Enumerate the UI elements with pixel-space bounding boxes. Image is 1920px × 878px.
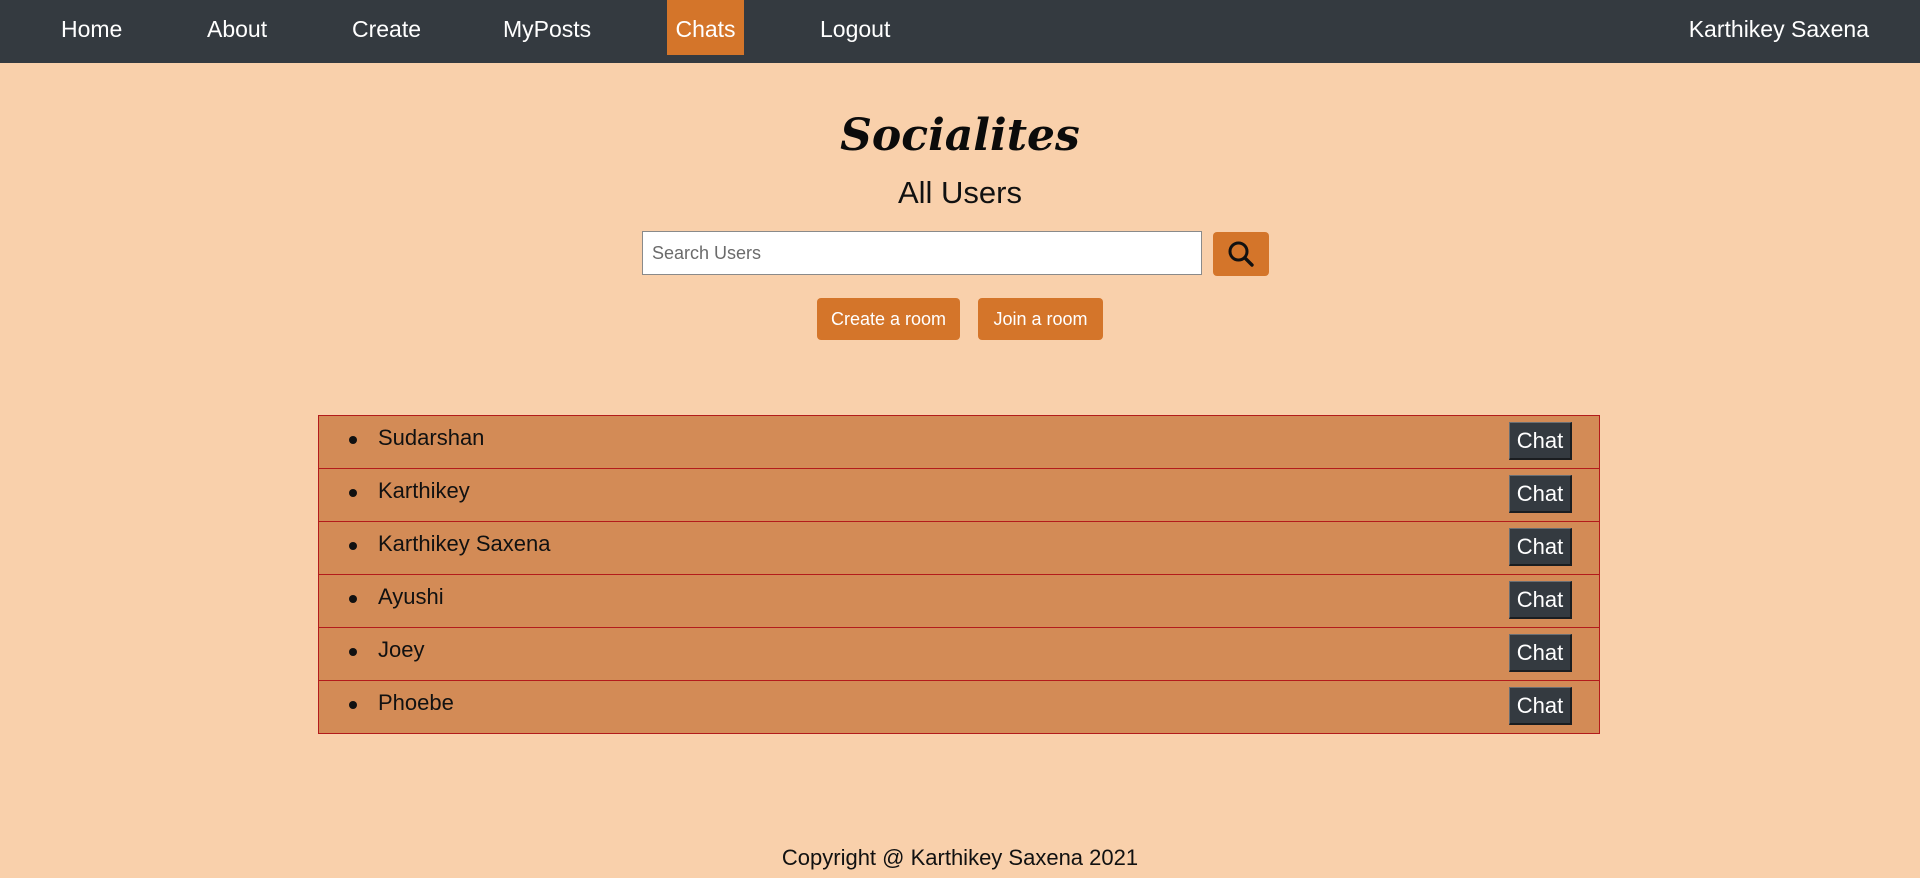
user-list: Sudarshan Chat Karthikey Chat Karthikey … (318, 415, 1600, 734)
brand-title: Socialites (840, 110, 1080, 161)
search-icon (1228, 241, 1254, 267)
nav-chats-link[interactable]: Chats (667, 0, 744, 55)
chat-button[interactable]: Chat (1509, 528, 1572, 566)
bullet-icon (349, 701, 357, 709)
bullet-icon (349, 542, 357, 550)
nav-current-user[interactable]: Karthikey Saxena (1689, 0, 1869, 55)
search-button[interactable] (1213, 232, 1269, 276)
user-list-item: Sudarshan Chat (318, 415, 1600, 469)
user-list-item: Karthikey Saxena Chat (318, 521, 1600, 575)
chat-button[interactable]: Chat (1509, 581, 1572, 619)
user-list-item: Phoebe Chat (318, 680, 1600, 734)
nav-create-link[interactable]: Create (352, 0, 421, 55)
user-name: Karthikey (378, 478, 470, 503)
chat-button[interactable]: Chat (1509, 687, 1572, 725)
user-name: Sudarshan (378, 425, 485, 450)
search-users-input[interactable] (642, 231, 1202, 275)
page-title: All Users (897, 175, 1022, 210)
nav-logout-link[interactable]: Logout (820, 0, 890, 55)
user-name: Phoebe (378, 690, 454, 715)
chat-button[interactable]: Chat (1509, 634, 1572, 672)
chat-button[interactable]: Chat (1509, 422, 1572, 460)
bullet-icon (349, 648, 357, 656)
bullet-icon (349, 595, 357, 603)
bullet-icon (349, 489, 357, 497)
footer-copyright: Copyright @ Karthikey Saxena 2021 (781, 845, 1139, 870)
user-list-item: Ayushi Chat (318, 574, 1600, 628)
bullet-icon (349, 436, 357, 444)
create-room-button[interactable]: Create a room (817, 298, 960, 340)
user-name: Karthikey Saxena (378, 531, 551, 556)
nav-about-link[interactable]: About (207, 0, 267, 55)
user-list-item: Karthikey Chat (318, 468, 1600, 522)
nav-home-link[interactable]: Home (61, 0, 122, 55)
chat-button[interactable]: Chat (1509, 475, 1572, 513)
nav-myposts-link[interactable]: MyPosts (503, 0, 591, 55)
join-room-button[interactable]: Join a room (978, 298, 1103, 340)
top-navbar: Home About Create MyPosts Chats Logout K… (0, 0, 1920, 63)
user-list-item: Joey Chat (318, 627, 1600, 681)
user-name: Joey (378, 637, 425, 662)
user-name: Ayushi (378, 584, 444, 609)
